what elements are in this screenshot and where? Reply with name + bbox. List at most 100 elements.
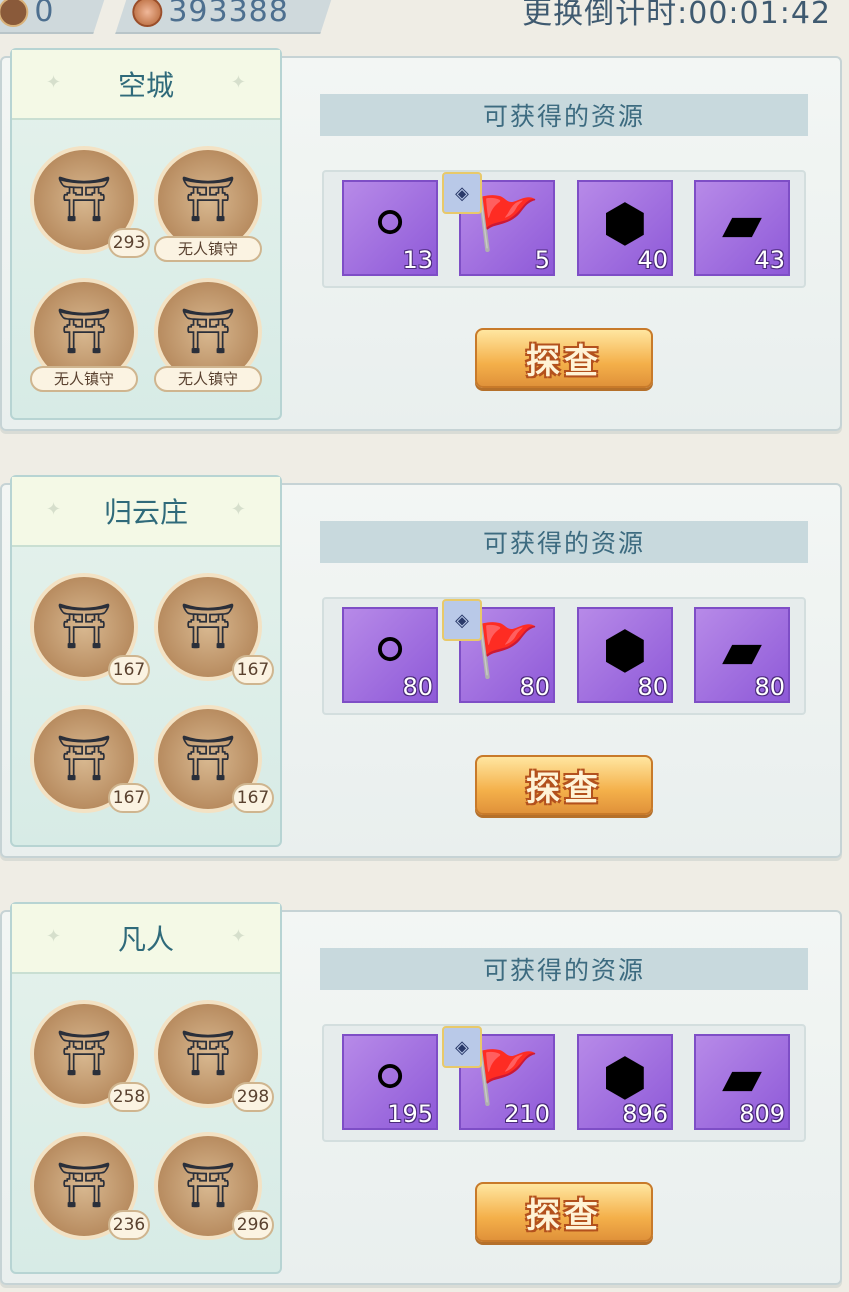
resource-header: 可获得的资源 [320,521,808,563]
mansion-icon: ⛩ [180,306,236,357]
explore-button[interactable]: 探查 [475,328,653,388]
location-name: 归云庄 [103,496,188,529]
bonus-flag-icon: ◈ [442,599,482,641]
building-level-badge: 236 [108,1210,150,1240]
pavilion-icon: ⛩ [56,174,112,225]
building-level-badge: 167 [232,655,274,685]
banner-icon: 🚩 [474,1048,540,1109]
resource-item[interactable]: ▰ 80 [694,607,790,703]
resource-item[interactable]: ⬢ 80 [577,607,673,703]
resource-item[interactable]: ▰ 809 [694,1034,790,1130]
resource-item[interactable]: ⚪ 13 [342,180,438,276]
ore-icon: ⬢ [602,621,648,682]
explore-button-label: 探查 [526,341,602,382]
resource-header: 可获得的资源 [320,948,808,990]
resource-item[interactable]: ⬢ 896 [577,1034,673,1130]
building-level-badge: 298 [232,1082,274,1112]
hall-icon: ⛩ [180,601,236,652]
cloth-icon: ▰ [722,194,762,255]
location-name: 空城 [117,69,174,102]
star-ornament-icon: ✦ [46,72,62,93]
resource-item[interactable]: ⬢ 40 [577,180,673,276]
pavilion-icon: ⛩ [56,1028,112,1079]
resource-count: 5 [534,246,550,274]
star-ornament-icon: ✦ [46,499,62,520]
mansion-icon: ⛩ [180,733,236,784]
pagoda-icon: ⛩ [56,1160,112,1211]
ore-icon: ⬢ [602,194,648,255]
resource-header-text: 可获得的资源 [482,956,645,985]
location-panel: ✦ 空城 ✦ ⛩ 293 ⛩ 无人镇守 ⛩ 无人镇守 ⛩ 无人镇守 [10,48,282,420]
resource-count: 809 [739,1100,785,1128]
mansion-icon: ⛩ [180,1160,236,1211]
coin-value: 393388 [168,0,289,29]
resource-item[interactable]: ▰ 43 [694,180,790,276]
resource-item[interactable]: ⚪ 80 [342,607,438,703]
token-value: 0 [34,0,55,29]
building-level-badge: 167 [108,655,150,685]
building-level-badge: 293 [108,228,150,258]
building-status-badge: 无人镇守 [154,366,262,392]
star-ornament-icon: ✦ [230,72,246,93]
location-name-banner: ✦ 空城 ✦ [12,50,280,120]
building-level-badge: 296 [232,1210,274,1240]
pearl-icon: ⚪ [368,194,412,255]
banner-icon: 🚩 [474,621,540,682]
resource-header: 可获得的资源 [320,94,808,136]
explore-button[interactable]: 探查 [475,1182,653,1242]
location-panel: ✦ 凡人 ✦ ⛩ 258 ⛩ 298 ⛩ 236 ⛩ 296 [10,902,282,1274]
resource-header-text: 可获得的资源 [482,102,645,131]
location-card: ✦ 归云庄 ✦ ⛩ 167 ⛩ 167 ⛩ 167 ⛩ 167 可获得的资源 ⚪… [0,475,849,865]
resource-count: 195 [387,1100,433,1128]
resource-count: 80 [402,673,433,701]
star-ornament-icon: ✦ [230,499,246,520]
location-card: ✦ 凡人 ✦ ⛩ 258 ⛩ 298 ⛩ 236 ⛩ 296 可获得的资源 ⚪ 1… [0,902,849,1292]
countdown-value: 00:01:42 [688,0,831,31]
location-panel: ✦ 归云庄 ✦ ⛩ 167 ⛩ 167 ⛩ 167 ⛩ 167 [10,475,282,847]
location-card: ✦ 空城 ✦ ⛩ 293 ⛩ 无人镇守 ⛩ 无人镇守 ⛩ 无人镇守 可获得的资源… [0,48,849,438]
resource-row: ⚪ 195 🚩 210 ⬢ 896 ▰ 809 [322,1024,806,1142]
location-name-banner: ✦ 归云庄 ✦ [12,477,280,547]
location-name: 凡人 [117,923,174,956]
cloth-icon: ▰ [722,621,762,682]
banner-icon: 🚩 [474,194,540,255]
pearl-icon: ⚪ [368,621,412,682]
token-icon [0,0,29,27]
building-level-badge: 258 [108,1082,150,1112]
pagoda-icon: ⛩ [56,733,112,784]
ore-icon: ⬢ [602,1048,648,1109]
bonus-flag-icon: ◈ [442,1026,482,1068]
building-level-badge: 167 [232,783,274,813]
building-level-badge: 167 [108,783,150,813]
resource-count: 80 [519,673,550,701]
location-name-banner: ✦ 凡人 ✦ [12,904,280,974]
resource-count: 80 [754,673,785,701]
countdown-label: 更换倒计时 [522,0,678,31]
resource-count: 80 [637,673,668,701]
building-status-badge: 无人镇守 [30,366,138,392]
star-ornament-icon: ✦ [46,926,62,947]
resource-count: 13 [402,246,433,274]
pavilion-icon: ⛩ [56,601,112,652]
pearl-icon: ⚪ [368,1048,412,1109]
explore-button[interactable]: 探查 [475,755,653,815]
star-ornament-icon: ✦ [230,926,246,947]
resource-item[interactable]: ⚪ 195 [342,1034,438,1130]
hall-icon: ⛩ [180,1028,236,1079]
token-counter: 0 [0,0,107,34]
resource-header-text: 可获得的资源 [482,529,645,558]
explore-button-label: 探查 [526,768,602,809]
copper-coin-icon [132,0,163,27]
building-status-badge: 无人镇守 [154,236,262,262]
resource-count: 896 [622,1100,668,1128]
resource-count: 43 [754,246,785,274]
hall-icon: ⛩ [180,174,236,225]
coin-counter: 393388 [115,0,334,34]
resource-row: ⚪ 80 🚩 80 ⬢ 80 ▰ 80 [322,597,806,715]
pagoda-icon: ⛩ [56,306,112,357]
top-bar: 0 393388 更换倒计时:00:01:42 [0,0,849,40]
resource-count: 40 [637,246,668,274]
resource-row: ⚪ 13 🚩 5 ⬢ 40 ▰ 43 [322,170,806,288]
resource-count: 210 [504,1100,550,1128]
refresh-countdown: 更换倒计时:00:01:42 [522,0,831,32]
